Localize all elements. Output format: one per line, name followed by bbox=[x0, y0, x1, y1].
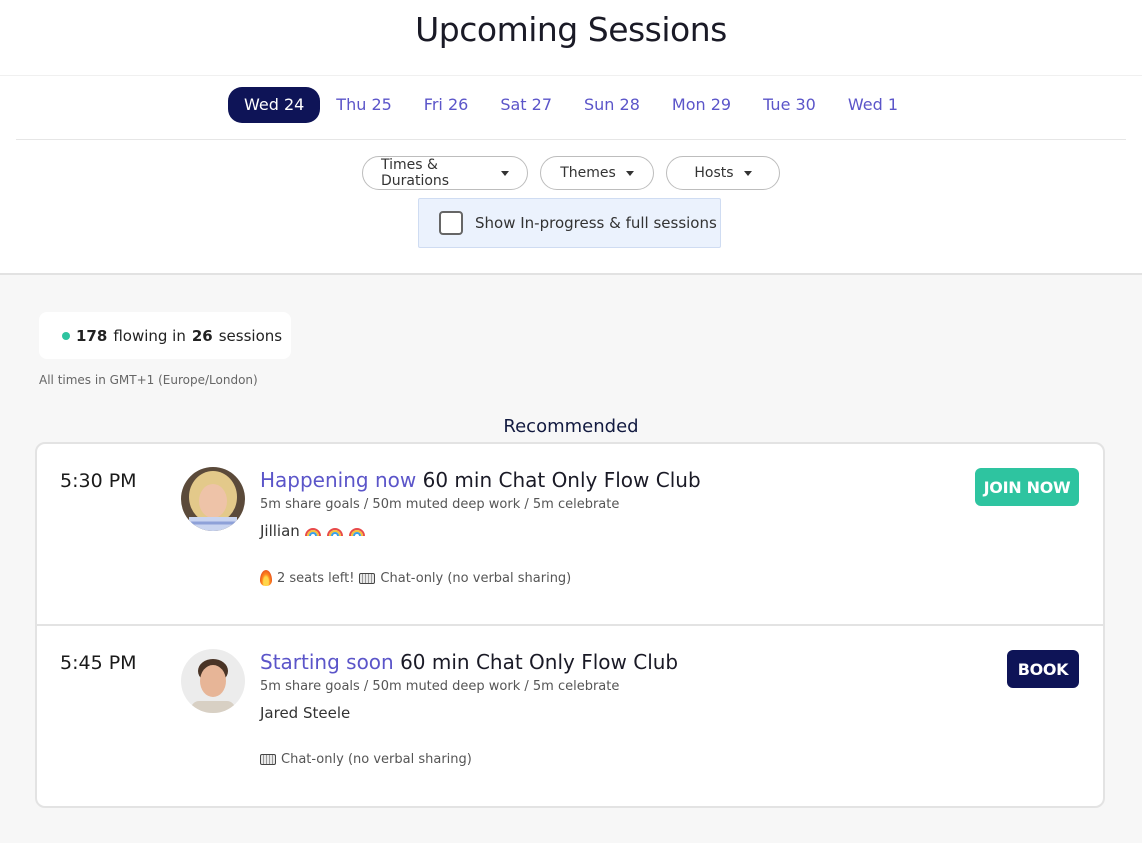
date-tab-sat-27[interactable]: Sat 27 bbox=[484, 87, 568, 123]
live-dot-icon bbox=[62, 331, 70, 340]
filter-label: Hosts bbox=[694, 165, 734, 181]
rainbow-icon bbox=[348, 528, 365, 537]
hosts-filter[interactable]: Hosts bbox=[666, 156, 780, 190]
keyboard-icon bbox=[260, 754, 276, 765]
divider bbox=[0, 75, 1142, 76]
session-list: 5:30 PM Happening now 60 min Chat Only F… bbox=[35, 442, 1105, 808]
session-time: 5:30 PM bbox=[60, 470, 137, 492]
flowing-count: 178 bbox=[76, 326, 108, 345]
session-name: 60 min Chat Only Flow Club bbox=[400, 650, 679, 674]
times-durations-filter[interactable]: Times & Durations bbox=[362, 156, 528, 190]
sessions-text: sessions bbox=[218, 326, 283, 345]
session-card[interactable]: 5:45 PM Starting soon 60 min Chat Only F… bbox=[37, 626, 1103, 806]
session-host: Jared Steele bbox=[260, 704, 350, 722]
date-tabs: Wed 24 Thu 25 Fri 26 Sat 27 Sun 28 Mon 2… bbox=[0, 87, 1142, 123]
flowing-stats: 178 flowing in 26 sessions bbox=[39, 312, 291, 359]
rainbow-icon bbox=[326, 528, 343, 537]
filter-bar: Times & Durations Themes Hosts bbox=[0, 156, 1142, 190]
host-name: Jared Steele bbox=[260, 704, 351, 722]
show-in-progress-toggle[interactable]: Show In-progress & full sessions bbox=[418, 198, 721, 248]
filter-label: Themes bbox=[560, 165, 616, 181]
show-in-progress-checkbox[interactable] bbox=[439, 211, 463, 235]
session-title[interactable]: Happening now 60 min Chat Only Flow Club bbox=[260, 468, 701, 492]
top-panel: Upcoming Sessions Wed 24 Thu 25 Fri 26 S… bbox=[0, 0, 1142, 275]
session-time: 5:45 PM bbox=[60, 652, 137, 674]
seats-left: 2 seats left! bbox=[277, 570, 355, 586]
caret-down-icon bbox=[743, 170, 752, 176]
rainbow-icon bbox=[304, 528, 321, 537]
themes-filter[interactable]: Themes bbox=[540, 156, 654, 190]
filter-label: Times & Durations bbox=[381, 157, 450, 189]
session-card[interactable]: 5:30 PM Happening now 60 min Chat Only F… bbox=[37, 444, 1103, 626]
recommended-heading: Recommended bbox=[503, 416, 639, 437]
session-mode: Chat-only (no verbal sharing) bbox=[380, 570, 572, 586]
date-tab-thu-25[interactable]: Thu 25 bbox=[320, 87, 408, 123]
caret-down-icon bbox=[501, 170, 509, 176]
date-tab-wed-1[interactable]: Wed 1 bbox=[832, 87, 914, 123]
date-tab-wed-24[interactable]: Wed 24 bbox=[227, 87, 321, 123]
flowing-text: flowing in bbox=[113, 326, 186, 345]
caret-down-icon bbox=[625, 170, 634, 176]
session-tags: Chat-only (no verbal sharing) bbox=[260, 752, 472, 767]
divider bbox=[16, 139, 1126, 140]
keyboard-icon bbox=[359, 572, 376, 584]
date-tab-tue-30[interactable]: Tue 30 bbox=[747, 87, 832, 123]
date-tab-fri-26[interactable]: Fri 26 bbox=[408, 87, 485, 123]
session-status: Happening now bbox=[260, 468, 417, 492]
session-mode: Chat-only (no verbal sharing) bbox=[281, 752, 472, 767]
session-title[interactable]: Starting soon 60 min Chat Only Flow Club bbox=[260, 650, 678, 674]
page-title: Upcoming Sessions bbox=[415, 10, 727, 49]
book-button[interactable]: BOOK bbox=[1007, 650, 1079, 688]
avatar-image bbox=[181, 467, 245, 531]
date-tab-mon-29[interactable]: Mon 29 bbox=[656, 87, 747, 123]
flame-icon bbox=[260, 570, 272, 586]
show-in-progress-label: Show In-progress & full sessions bbox=[475, 214, 717, 232]
session-name: 60 min Chat Only Flow Club bbox=[422, 468, 701, 492]
session-agenda: 5m share goals / 50m muted deep work / 5… bbox=[260, 679, 620, 694]
date-tab-sun-28[interactable]: Sun 28 bbox=[568, 87, 656, 123]
avatar-image bbox=[181, 649, 245, 713]
session-agenda: 5m share goals / 50m muted deep work / 5… bbox=[260, 497, 620, 512]
join-now-button[interactable]: JOIN NOW bbox=[975, 468, 1079, 506]
session-status: Starting soon bbox=[260, 650, 394, 674]
session-tags: 2 seats left! Chat-only (no verbal shari… bbox=[260, 570, 571, 586]
host-name: Jillian bbox=[260, 522, 300, 540]
session-host: Jillian bbox=[260, 522, 366, 540]
host-avatar bbox=[181, 649, 245, 713]
sessions-count: 26 bbox=[191, 326, 213, 345]
host-avatar bbox=[181, 467, 245, 531]
timezone-note: All times in GMT+1 (Europe/London) bbox=[39, 373, 258, 387]
